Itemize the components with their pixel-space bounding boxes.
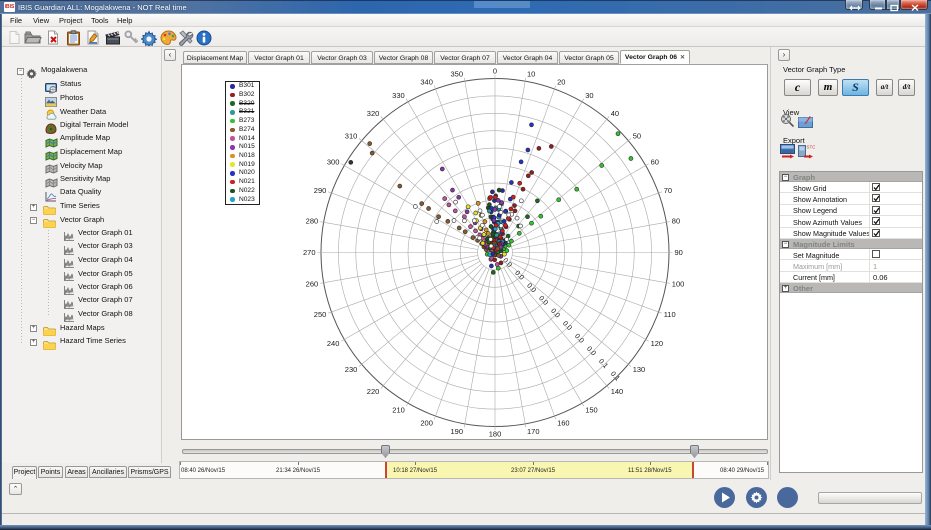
svg-text:120: 120 xyxy=(651,339,664,348)
svg-text:100: 100 xyxy=(672,280,685,289)
svg-text:0.0: 0.0 xyxy=(549,308,561,320)
svg-text:30: 30 xyxy=(585,91,593,100)
svg-text:110: 110 xyxy=(664,310,676,319)
svg-text:330: 330 xyxy=(392,91,405,100)
svg-text:0.1: 0.1 xyxy=(609,371,621,383)
svg-text:0: 0 xyxy=(493,67,497,76)
svg-text:140: 140 xyxy=(611,387,624,396)
svg-text:280: 280 xyxy=(306,217,319,226)
svg-text:0.0: 0.0 xyxy=(525,282,537,294)
svg-text:340: 340 xyxy=(420,78,433,87)
svg-text:260: 260 xyxy=(306,280,319,289)
svg-text:0.0: 0.0 xyxy=(513,270,525,282)
svg-text:160: 160 xyxy=(557,419,570,428)
svg-text:210: 210 xyxy=(392,405,405,414)
svg-text:20: 20 xyxy=(557,78,565,87)
svg-text:70: 70 xyxy=(664,186,672,195)
svg-text:60: 60 xyxy=(651,157,659,166)
svg-text:0.1: 0.1 xyxy=(597,358,609,370)
svg-text:350: 350 xyxy=(450,69,463,78)
svg-text:50: 50 xyxy=(633,131,641,140)
svg-text:STO: STO xyxy=(807,145,816,150)
svg-text:40: 40 xyxy=(611,109,619,118)
svg-text:0.0: 0.0 xyxy=(585,345,597,357)
svg-text:0.0: 0.0 xyxy=(561,320,573,332)
svg-text:170: 170 xyxy=(527,427,540,436)
svg-text:130: 130 xyxy=(633,365,646,374)
svg-text:310: 310 xyxy=(345,131,358,140)
svg-text:320: 320 xyxy=(367,109,380,118)
svg-text:250: 250 xyxy=(314,310,327,319)
svg-text:290: 290 xyxy=(314,186,327,195)
svg-text:230: 230 xyxy=(345,365,358,374)
svg-text:200: 200 xyxy=(420,419,433,428)
svg-text:300: 300 xyxy=(327,157,340,166)
svg-text:180: 180 xyxy=(489,430,502,439)
svg-text:240: 240 xyxy=(327,339,340,348)
svg-text:0.0: 0.0 xyxy=(573,333,585,345)
svg-text:80: 80 xyxy=(672,217,680,226)
svg-text:190: 190 xyxy=(450,427,463,436)
svg-text:270: 270 xyxy=(303,248,316,257)
svg-text:220: 220 xyxy=(367,387,380,396)
svg-text:90: 90 xyxy=(675,248,683,257)
svg-text:150: 150 xyxy=(585,405,598,414)
svg-text:10: 10 xyxy=(527,69,535,78)
